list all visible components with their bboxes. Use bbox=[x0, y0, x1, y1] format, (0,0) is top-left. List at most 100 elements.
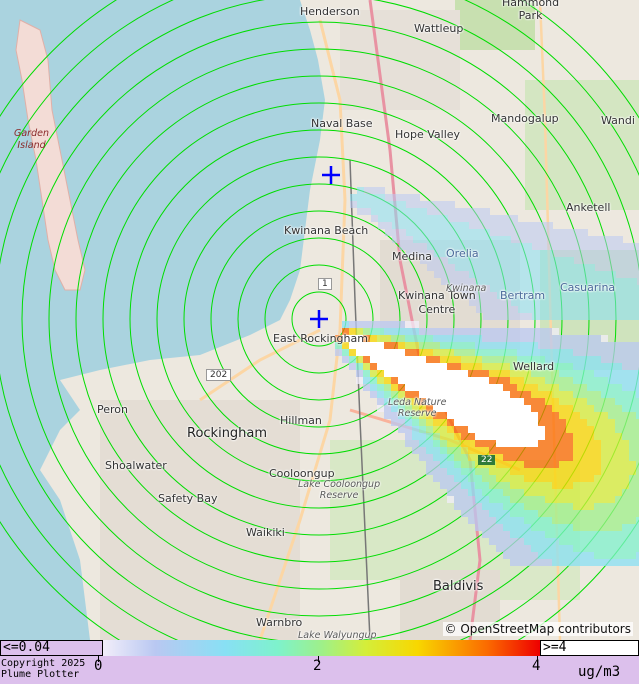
plume-cell bbox=[462, 271, 469, 278]
plume-cell bbox=[489, 531, 496, 538]
plume-cell bbox=[384, 321, 391, 328]
plume-cell bbox=[468, 433, 475, 440]
plume-cell bbox=[538, 433, 545, 440]
plume-cell bbox=[594, 384, 601, 391]
plume-cell bbox=[566, 468, 573, 475]
plume-cell bbox=[489, 468, 496, 475]
label-lake-walyungup: Lake Walyungup bbox=[298, 630, 377, 640]
plume-cell bbox=[392, 229, 399, 236]
plume-cell bbox=[511, 271, 518, 278]
plume-cell bbox=[504, 250, 511, 257]
plume-cell bbox=[552, 475, 559, 482]
plume-cell bbox=[538, 426, 545, 433]
legend-gradient bbox=[103, 640, 540, 656]
map-canvas[interactable]: Henderson Hammond Park Wattleup Naval Ba… bbox=[0, 0, 639, 640]
plume-cell bbox=[517, 398, 524, 405]
plume-cell bbox=[622, 552, 629, 559]
plume-cell bbox=[476, 271, 483, 278]
plume-cell bbox=[594, 517, 601, 524]
plume-cell bbox=[426, 349, 433, 356]
plume-cell bbox=[566, 377, 573, 384]
plume-cell bbox=[461, 363, 468, 370]
plume-cell bbox=[433, 447, 440, 454]
plume-cell bbox=[594, 475, 601, 482]
plume-cell bbox=[440, 426, 447, 433]
plume-cell bbox=[489, 405, 496, 412]
plume-cell bbox=[601, 461, 608, 468]
plume-cell bbox=[490, 236, 497, 243]
plume-cell bbox=[629, 433, 636, 440]
plume-cell bbox=[566, 461, 573, 468]
plume-cell bbox=[504, 257, 511, 264]
plume-cell bbox=[545, 419, 552, 426]
plume-cell bbox=[504, 243, 511, 250]
plume-cell bbox=[433, 419, 440, 426]
plume-cell bbox=[538, 552, 545, 559]
plume-cell bbox=[580, 489, 587, 496]
plume-cell bbox=[510, 503, 517, 510]
plume-cell bbox=[580, 363, 587, 370]
plume-cell bbox=[461, 384, 468, 391]
plume-cell bbox=[629, 412, 636, 419]
plume-cell bbox=[588, 306, 595, 313]
plume-cell bbox=[496, 419, 503, 426]
plume-cell bbox=[531, 419, 538, 426]
plume-cell bbox=[356, 356, 363, 363]
plume-cell bbox=[531, 391, 538, 398]
plume-cell bbox=[391, 363, 398, 370]
plume-cell bbox=[504, 222, 511, 229]
plume-cell bbox=[377, 398, 384, 405]
plume-cell bbox=[385, 222, 392, 229]
plume-cell bbox=[601, 433, 608, 440]
plume-cell bbox=[629, 426, 636, 433]
plume-cell bbox=[531, 531, 538, 538]
plume-cell bbox=[560, 229, 567, 236]
plume-cell bbox=[482, 503, 489, 510]
plume-cell bbox=[413, 236, 420, 243]
plume-cell bbox=[539, 306, 546, 313]
plume-cell bbox=[629, 531, 636, 538]
plume-cell bbox=[622, 517, 629, 524]
plume-cell bbox=[588, 299, 595, 306]
plume-cell bbox=[630, 306, 637, 313]
plume-cell bbox=[496, 475, 503, 482]
plume-cell bbox=[573, 412, 580, 419]
plume-cell bbox=[405, 419, 412, 426]
plume-cell bbox=[420, 236, 427, 243]
map-attribution[interactable]: © OpenStreetMap contributors bbox=[442, 622, 633, 636]
plume-cell bbox=[545, 328, 552, 335]
plume-cell bbox=[517, 489, 524, 496]
plume-cell bbox=[559, 335, 566, 342]
plume-cell bbox=[629, 510, 636, 517]
label-east-rockingham: East Rockingham bbox=[273, 332, 368, 345]
plume-cell bbox=[468, 377, 475, 384]
plume-cell bbox=[461, 482, 468, 489]
plume-cell bbox=[412, 321, 419, 328]
plume-cell bbox=[587, 335, 594, 342]
road-shield-1: 1 bbox=[318, 278, 332, 290]
plume-cell bbox=[539, 236, 546, 243]
plume-cell bbox=[580, 503, 587, 510]
plume-cell bbox=[574, 271, 581, 278]
plume-cell bbox=[588, 313, 595, 320]
plume-cell bbox=[433, 461, 440, 468]
plume-cell bbox=[546, 271, 553, 278]
plume-cell bbox=[538, 335, 545, 342]
plume-cell bbox=[587, 349, 594, 356]
plume-cell bbox=[622, 342, 629, 349]
plume-cell bbox=[412, 349, 419, 356]
plume-cell bbox=[587, 517, 594, 524]
plume-cell bbox=[560, 243, 567, 250]
plume-cell bbox=[468, 363, 475, 370]
plume-cell bbox=[552, 426, 559, 433]
plume-cell bbox=[608, 356, 615, 363]
plume-cell bbox=[601, 545, 608, 552]
plume-cell bbox=[601, 447, 608, 454]
plume-cell bbox=[594, 433, 601, 440]
plume-cell bbox=[622, 405, 629, 412]
plume-cell bbox=[616, 264, 623, 271]
plume-cell bbox=[608, 559, 615, 566]
plume-cell bbox=[391, 419, 398, 426]
plume-cell bbox=[357, 201, 364, 208]
plume-cell bbox=[587, 475, 594, 482]
